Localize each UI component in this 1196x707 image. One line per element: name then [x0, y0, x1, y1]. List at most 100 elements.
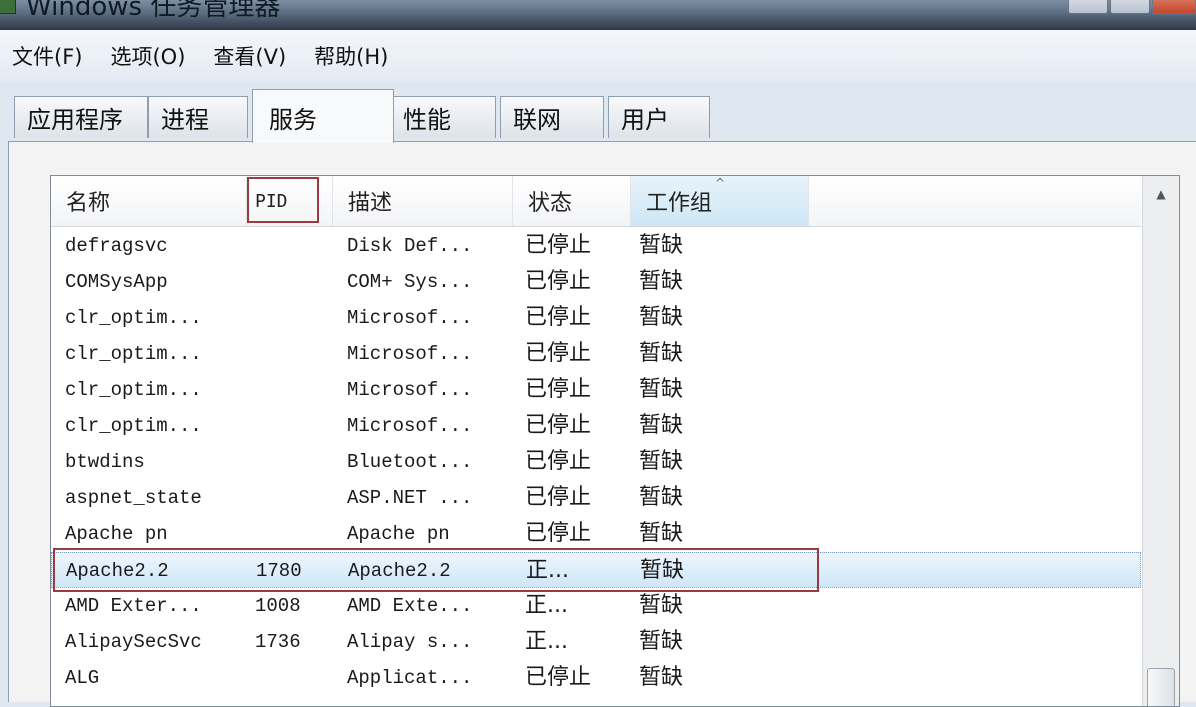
service-row[interactable]: clr_optim... Microsof... 已停止 暂缺 — [51, 408, 1141, 444]
services-list[interactable]: 名称 PID 描述 状态 ^ 工作组 defragsvc Disk Def... 已… — [50, 175, 1180, 707]
service-group: 暂缺 — [639, 593, 684, 618]
service-description: ASP.NET ... — [347, 487, 473, 509]
tab-networking[interactable]: 联网 — [500, 96, 604, 138]
service-pid: 1780 — [256, 560, 302, 582]
service-row[interactable]: COMSysApp COM+ Sys... 已停止 暂缺 — [51, 264, 1141, 300]
service-row[interactable]: ALG Applicat... 已停止 暂缺 — [51, 660, 1141, 696]
tab-users[interactable]: 用户 — [608, 96, 710, 138]
service-description: Bluetoot... — [347, 451, 473, 473]
task-manager-icon — [0, 0, 16, 14]
service-name: AlipaySecSvc — [65, 631, 202, 653]
service-description: Disk Def... — [347, 235, 473, 257]
service-status: 已停止 — [525, 449, 592, 474]
service-name: Apache pn — [65, 523, 168, 545]
window-title: Windows 任务管理器 — [26, 0, 281, 22]
service-group: 暂缺 — [639, 413, 684, 438]
window-controls — [1066, 0, 1196, 14]
service-row[interactable]: aspnet_state ASP.NET ... 已停止 暂缺 — [51, 480, 1141, 516]
menu-options[interactable]: 选项(O) — [110, 41, 185, 71]
service-name: ALG — [65, 667, 100, 689]
service-group: 暂缺 — [639, 521, 684, 546]
service-row[interactable]: Apache2.2 1780 Apache2.2 正... 暂缺 — [51, 552, 1141, 588]
service-status: 已停止 — [525, 665, 592, 690]
service-row[interactable]: clr_optim... Microsof... 已停止 暂缺 — [51, 336, 1141, 372]
service-status: 已停止 — [525, 377, 592, 402]
service-description: Apache pn — [347, 523, 450, 545]
scroll-up-arrow-icon[interactable]: ▲ — [1143, 176, 1179, 212]
service-name: clr_optim... — [65, 379, 202, 401]
service-row[interactable]: AMD Exter... 1008 AMD Exte... 正... 暂缺 — [51, 588, 1141, 624]
service-row[interactable]: clr_optim... Microsof... 已停止 暂缺 — [51, 372, 1141, 408]
service-group: 暂缺 — [639, 485, 684, 510]
column-header-status[interactable]: 状态 — [513, 176, 631, 226]
vertical-scrollbar[interactable]: ▲ — [1142, 176, 1179, 706]
service-description: Microsof... — [347, 379, 473, 401]
service-pid: 1008 — [255, 595, 301, 617]
column-header-description[interactable]: 描述 — [333, 176, 513, 226]
service-description: AMD Exte... — [347, 595, 473, 617]
list-header: 名称 PID 描述 状态 ^ 工作组 — [51, 176, 1141, 227]
column-header-name[interactable]: 名称 — [51, 176, 247, 226]
service-pid: 1736 — [255, 631, 301, 653]
service-name: AMD Exter... — [65, 595, 202, 617]
service-name: btwdins — [65, 451, 145, 473]
service-name: aspnet_state — [65, 487, 202, 509]
service-row[interactable]: clr_optim... Microsof... 已停止 暂缺 — [51, 300, 1141, 336]
service-status: 已停止 — [525, 341, 592, 366]
service-status: 已停止 — [525, 269, 592, 294]
service-row[interactable]: Apache pn Apache pn 已停止 暂缺 — [51, 516, 1141, 552]
service-rows: defragsvc Disk Def... 已停止 暂缺 COMSysApp COM+ S… — [51, 228, 1141, 696]
service-description: COM+ Sys... — [347, 271, 473, 293]
service-row[interactable]: AlipaySecSvc 1736 Alipay s... 正... 暂缺 — [51, 624, 1141, 660]
service-status: 已停止 — [525, 521, 592, 546]
service-status: 正... — [526, 558, 569, 583]
service-group: 暂缺 — [639, 665, 684, 690]
service-description: Microsof... — [347, 343, 473, 365]
menu-bar: 文件(F) 选项(O) 查看(V) 帮助(H) — [0, 30, 1196, 82]
service-group: 暂缺 — [640, 558, 685, 583]
tab-applications[interactable]: 应用程序 — [14, 96, 148, 138]
close-button[interactable] — [1152, 0, 1196, 14]
service-name: Apache2.2 — [66, 560, 169, 582]
menu-view[interactable]: 查看(V) — [213, 41, 286, 71]
tab-performance[interactable]: 性能 — [392, 96, 496, 138]
service-group: 暂缺 — [639, 341, 684, 366]
service-status: 已停止 — [525, 305, 592, 330]
minimize-button[interactable] — [1068, 0, 1108, 14]
pid-column-highlight — [247, 177, 319, 223]
service-group: 暂缺 — [639, 269, 684, 294]
service-name: defragsvc — [65, 235, 168, 257]
service-description: Applicat... — [347, 667, 473, 689]
service-name: clr_optim... — [65, 343, 202, 365]
column-header-group-label: 工作组 — [646, 191, 713, 216]
service-name: COMSysApp — [65, 271, 168, 293]
tab-processes[interactable]: 进程 — [148, 96, 248, 138]
service-group: 暂缺 — [639, 233, 684, 258]
service-status: 已停止 — [525, 413, 592, 438]
service-status: 已停止 — [525, 485, 592, 510]
service-group: 暂缺 — [639, 377, 684, 402]
service-description: Microsof... — [347, 415, 473, 437]
service-description: Alipay s... — [347, 631, 473, 653]
service-name: clr_optim... — [65, 307, 202, 329]
service-status: 正... — [525, 629, 568, 654]
column-header-group[interactable]: ^ 工作组 — [631, 176, 809, 226]
sort-ascending-icon: ^ — [715, 176, 726, 190]
service-group: 暂缺 — [639, 305, 684, 330]
service-name: clr_optim... — [65, 415, 202, 437]
service-description: Microsof... — [347, 307, 473, 329]
menu-file[interactable]: 文件(F) — [12, 41, 82, 71]
tab-strip: 应用程序 进程 服务 性能 联网 用户 — [0, 82, 1196, 143]
service-row[interactable]: defragsvc Disk Def... 已停止 暂缺 — [51, 228, 1141, 264]
tab-services[interactable]: 服务 — [252, 89, 394, 143]
service-description: Apache2.2 — [348, 560, 451, 582]
title-bar[interactable]: Windows 任务管理器 — [0, 0, 1196, 30]
service-row[interactable]: btwdins Bluetoot... 已停止 暂缺 — [51, 444, 1141, 480]
service-status: 正... — [525, 593, 568, 618]
menu-help[interactable]: 帮助(H) — [314, 41, 388, 71]
maximize-button[interactable] — [1110, 0, 1150, 14]
service-status: 已停止 — [525, 233, 592, 258]
service-group: 暂缺 — [639, 629, 684, 654]
scroll-thumb[interactable] — [1147, 668, 1175, 706]
service-group: 暂缺 — [639, 449, 684, 474]
